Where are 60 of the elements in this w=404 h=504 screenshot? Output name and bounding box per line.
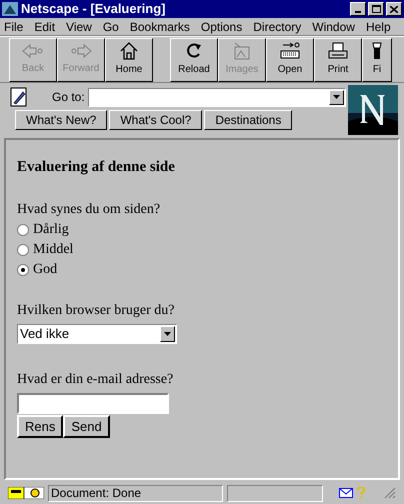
printer-icon [328, 42, 348, 60]
security-icon [8, 487, 44, 499]
go-to-label: Go to: [52, 89, 85, 106]
images-icon [232, 42, 252, 60]
radio-button[interactable] [17, 264, 29, 276]
caret-icon [332, 95, 340, 99]
form-button[interactable]: Send [63, 415, 110, 438]
directory-button[interactable]: What's New? [15, 110, 108, 130]
toolbar-button[interactable]: Fi [362, 38, 392, 82]
toolbar-button[interactable]: Print [314, 38, 362, 82]
radio-button[interactable] [17, 224, 29, 236]
resize-grip-icon [384, 487, 396, 499]
dropdown-button[interactable] [160, 326, 175, 342]
menu-item[interactable]: Options [200, 18, 242, 36]
menu-item[interactable]: View [66, 18, 92, 36]
page-heading: Evaluering af denne side [17, 158, 175, 177]
toolbar-button[interactable]: Home [105, 38, 153, 82]
maximize-icon [372, 5, 380, 13]
menu-item[interactable]: Bookmarks [130, 18, 190, 36]
help-icon [357, 487, 365, 499]
minimize-button[interactable] [350, 2, 366, 16]
open-icon [279, 42, 301, 60]
caret-icon [164, 332, 171, 336]
flashlight-icon [372, 42, 382, 60]
close-button[interactable] [386, 2, 402, 16]
mail-icon [339, 488, 353, 498]
reload-icon [184, 42, 204, 60]
email-field[interactable] [17, 392, 169, 414]
question-text: Hvad er din e-mail adresse? [17, 370, 174, 388]
status-text: Document: Done [48, 484, 223, 502]
maximize-button[interactable] [368, 2, 384, 16]
radio-label: God [33, 261, 58, 279]
menu-item[interactable]: Help [366, 18, 391, 36]
radio-button[interactable] [17, 244, 29, 256]
menu-item[interactable]: File [4, 18, 24, 36]
app-icon [2, 2, 18, 16]
right-arrow-icon [70, 43, 92, 59]
bookmark-icon [10, 87, 28, 107]
menu-item[interactable]: Go [102, 18, 119, 36]
window-title: Netscape - [Evaluering] [21, 0, 166, 18]
minimize-icon [355, 11, 361, 13]
location-field[interactable] [88, 88, 346, 106]
question-text: Hvad synes du om siden? [17, 200, 160, 218]
logo-icon [348, 85, 398, 135]
left-arrow-icon [22, 43, 44, 59]
dropdown-button[interactable] [328, 90, 344, 104]
form-button[interactable]: Rens [17, 415, 64, 438]
radio-label: Dårlig [33, 221, 69, 239]
toolbar-button[interactable]: Reload [170, 38, 218, 82]
directory-button[interactable]: What's Cool? [109, 110, 202, 130]
menu-item[interactable]: Directory [253, 18, 302, 36]
toolbar-button[interactable]: Open [266, 38, 314, 82]
directory-button[interactable]: Destinations [204, 110, 292, 130]
question-text: Hvilken browser bruger du? [17, 302, 174, 320]
menu-item[interactable]: Window [312, 18, 355, 36]
house-icon [119, 42, 139, 60]
radio-label: Middel [33, 241, 74, 259]
browser-select[interactable]: Ved ikke [17, 324, 177, 344]
menu-item[interactable]: Edit [34, 18, 56, 36]
close-icon [390, 6, 398, 12]
